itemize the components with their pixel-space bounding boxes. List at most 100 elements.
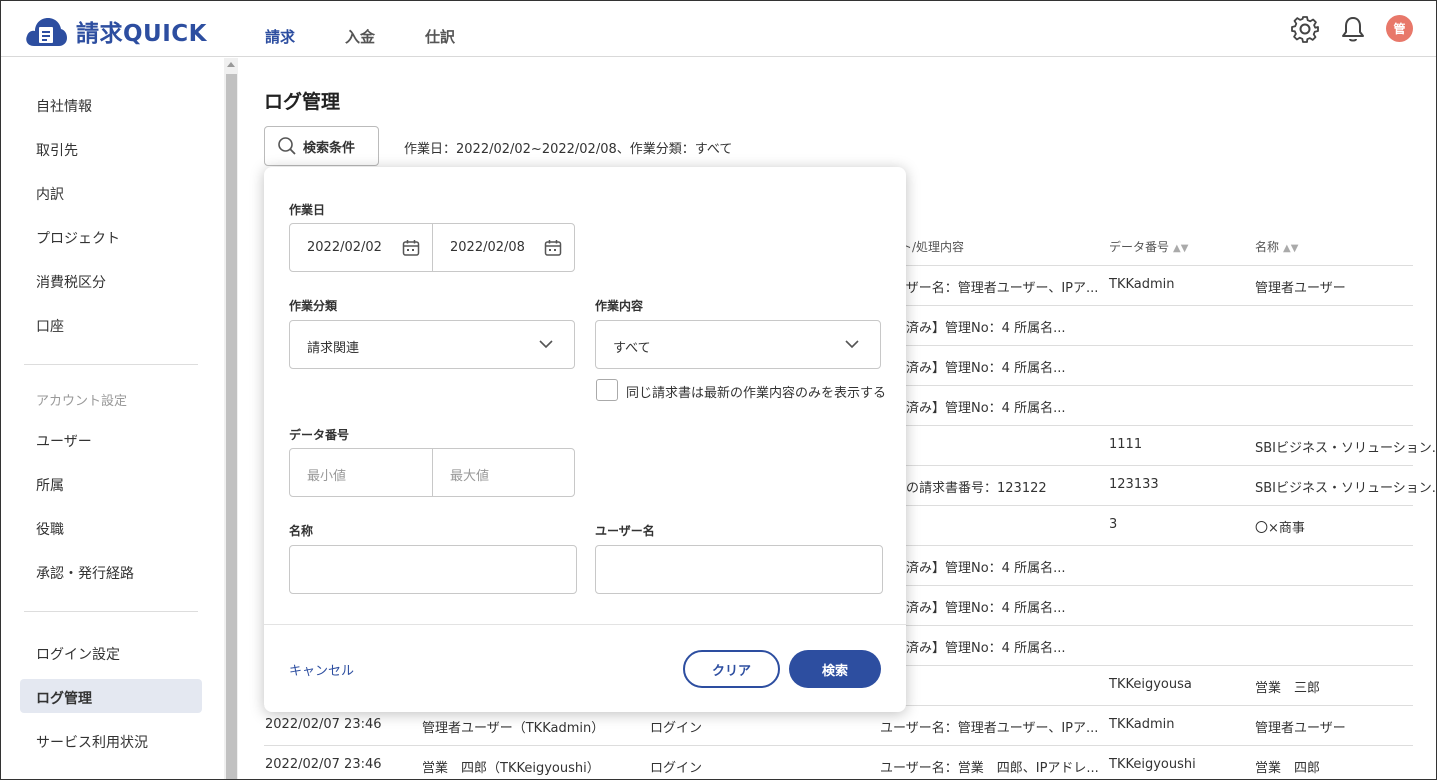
sidebar-item-service-usage[interactable]: サービス利用状況 [36, 732, 148, 752]
app-logo[interactable]: 請求QUICK [24, 14, 207, 48]
name-label: 名称 [289, 524, 314, 538]
username-input[interactable] [595, 545, 883, 594]
gear-icon[interactable] [1291, 15, 1319, 43]
table-cell: SBIビジネス・ソリューション... [1255, 481, 1437, 496]
table-cell: ユーザー名：管理者ユーザー、IPア... [880, 721, 1099, 736]
username-label: ユーザー名 [595, 524, 655, 538]
scroll-up-arrow-icon[interactable] [227, 62, 235, 67]
table-cell: 営業 四郎 [1255, 761, 1321, 776]
sidebar-item-company[interactable]: 自社情報 [36, 96, 92, 116]
table-cell: 元の請求書番号：123122 [893, 481, 1047, 496]
sidebar-group-account-settings: アカウント設定 [36, 394, 128, 409]
table-cell: 除済み】管理No：4 所属名... [893, 321, 1066, 336]
table-cell: 3 [1109, 517, 1118, 532]
sidebar: 自社情報 取引先 内訳 プロジェクト 消費税区分 口座 アカウント設定 ユーザー… [0, 58, 224, 780]
table-cell: ユーザー名：営業 四郎、IPアドレ... [880, 761, 1099, 776]
data-number-range: 最小値 最大値 [289, 448, 575, 497]
table-cell: 管理者ユーザー [1255, 721, 1346, 736]
range-separator [432, 449, 433, 496]
sidebar-item-users[interactable]: ユーザー [36, 431, 92, 451]
chevron-down-icon [845, 340, 859, 349]
search-button[interactable]: 検索 [789, 650, 881, 688]
scroll-thumb[interactable] [226, 74, 237, 780]
content-value: すべて [613, 341, 651, 356]
category-value: 請求関連 [307, 341, 360, 356]
sidebar-item-account[interactable]: 口座 [36, 316, 64, 336]
table-cell: 除済み】管理No：4 所属名... [893, 601, 1066, 616]
avatar[interactable]: 管 [1386, 15, 1413, 42]
category-label: 作業分類 [289, 299, 338, 313]
search-conditions-dialog: 作業日 2022/02/02 2022/02/08 作業分類 請求関連 作業内容… [264, 167, 906, 712]
search-conditions-label: 検索条件 [303, 140, 356, 156]
nav-payment[interactable]: 入金 [345, 26, 375, 47]
sidebar-item-tax[interactable]: 消費税区分 [36, 272, 106, 292]
table-cell: 1111 [1109, 437, 1143, 452]
table-cell: 除済み】管理No：4 所属名... [893, 561, 1066, 576]
table-cell: TKKadmin [1109, 717, 1175, 732]
table-cell: ログイン [650, 721, 703, 736]
search-conditions-button[interactable]: 検索条件 [264, 126, 379, 166]
table-cell: 2022/02/07 23:46 [265, 717, 382, 732]
page-title: ログ管理 [264, 91, 341, 113]
table-cell: ーザー名：管理者ユーザー、IPア... [893, 281, 1099, 296]
content-select[interactable]: すべて [595, 320, 881, 369]
cancel-link[interactable]: キャンセル [289, 660, 354, 679]
column-header-name[interactable]: 名称 ▲▼ [1255, 238, 1298, 255]
nav-journal[interactable]: 仕訳 [425, 26, 455, 47]
top-nav: 請求 入金 仕訳 [265, 26, 505, 47]
search-icon [278, 137, 296, 155]
sidebar-item-departments[interactable]: 所属 [36, 475, 64, 495]
table-cell: 除済み】管理No：4 所属名... [893, 641, 1066, 656]
sidebar-item-clients[interactable]: 取引先 [36, 140, 78, 160]
table-cell: ログイン [650, 761, 703, 776]
category-select[interactable]: 請求関連 [289, 320, 575, 369]
clear-button[interactable]: クリア [683, 650, 780, 688]
table-cell: 2022/02/07 23:46 [265, 757, 382, 772]
data-number-max-input[interactable]: 最大値 [450, 465, 489, 484]
table-cell: TKKeigyoushi [1109, 757, 1196, 772]
bell-icon[interactable] [1340, 15, 1366, 43]
table-cell: 営業 三郎 [1255, 681, 1321, 696]
condition-summary: 作業日：2022/02/02~2022/02/08、作業分類：すべて [404, 142, 733, 157]
nav-invoice[interactable]: 請求 [265, 26, 295, 47]
table-cell: SBIビジネス・ソリューション... [1255, 441, 1437, 456]
sidebar-item-log-management[interactable]: ログ管理 [36, 688, 92, 708]
sort-icon: ▲▼ [1173, 243, 1189, 254]
sidebar-item-login-settings[interactable]: ログイン設定 [36, 644, 120, 664]
latest-only-label[interactable]: 同じ請求書は最新の作業内容のみを表示する [626, 382, 886, 401]
app-header: 請求QUICK 請求 入金 仕訳 管 [0, 0, 1437, 57]
column-header-data-no[interactable]: データ番号 ▲▼ [1109, 238, 1188, 255]
calendar-icon[interactable] [543, 238, 563, 258]
cloud-logo-icon [26, 18, 67, 46]
table-cell: 営業 四郎（TKKeigyoushi） [422, 761, 600, 776]
app-title: 請求QUICK [76, 21, 207, 47]
name-input[interactable] [289, 545, 577, 594]
table-cell: 除済み】管理No：4 所属名... [893, 401, 1066, 416]
sidebar-divider [24, 611, 198, 612]
table-cell: TKKeigyousa [1109, 677, 1192, 692]
sidebar-divider [24, 364, 198, 365]
table-cell: 123133 [1109, 477, 1159, 492]
sidebar-item-approval-route[interactable]: 承認・発行経路 [36, 563, 134, 583]
content-label: 作業内容 [595, 299, 644, 313]
sidebar-item-project[interactable]: プロジェクト [36, 228, 120, 248]
row-divider [264, 745, 1413, 746]
data-number-label: データ番号 [289, 428, 350, 442]
calendar-icon[interactable] [401, 238, 421, 258]
table-cell: 管理者ユーザー [1255, 281, 1346, 296]
sidebar-item-positions[interactable]: 役職 [36, 519, 64, 539]
table-cell: 〇×商事 [1255, 521, 1305, 536]
date-to-input[interactable]: 2022/02/08 [450, 240, 525, 255]
dialog-footer-divider [264, 624, 906, 625]
table-cell: TKKadmin [1109, 277, 1175, 292]
latest-only-checkbox[interactable] [596, 379, 618, 401]
table-cell: 管理者ユーザー（TKKadmin） [422, 721, 605, 736]
work-date-label: 作業日 [289, 203, 326, 217]
sidebar-item-breakdown[interactable]: 内訳 [36, 184, 64, 204]
data-number-min-input[interactable]: 最小値 [307, 465, 346, 484]
column-header-content[interactable]: ト/処理内容 [900, 238, 964, 255]
date-separator [432, 224, 433, 271]
date-from-input[interactable]: 2022/02/02 [307, 240, 382, 255]
date-range-field: 2022/02/02 2022/02/08 [289, 223, 575, 272]
table-cell: 除済み】管理No：4 所属名... [893, 361, 1066, 376]
